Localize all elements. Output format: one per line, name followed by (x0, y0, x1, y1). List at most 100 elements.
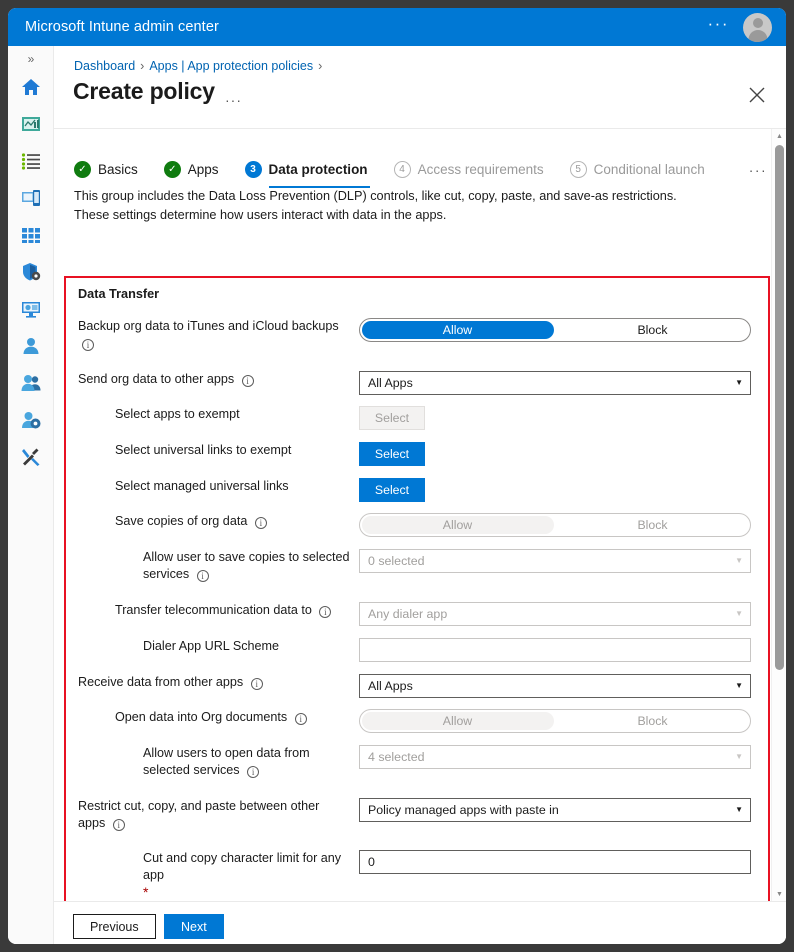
chevron-down-icon: ▼ (735, 805, 743, 814)
setting-control-allow-users-to-open-data-from-selected-services: 4 selected ▼ (359, 745, 751, 769)
scroll-region: ✓ Basics ✓ Apps 3 Data protection 4 Acce… (54, 128, 786, 902)
dashboard-icon[interactable] (20, 113, 42, 135)
tab-apps-label: Apps (187, 162, 219, 177)
toggle-backup-org-data[interactable]: Allow Block (359, 318, 751, 342)
previous-button[interactable]: Previous (73, 914, 156, 939)
toggle-save-copies-of-org-data: Allow Block (359, 513, 751, 537)
tab-conditional-launch-label: Conditional launch (593, 162, 705, 177)
scrollbar-thumb[interactable] (775, 145, 784, 670)
setting-control-backup-org-data: Allow Block (359, 318, 751, 342)
avatar-body-icon (748, 29, 767, 42)
tab-data-protection[interactable]: 3 Data protection (244, 161, 370, 188)
setting-label-text: Transfer telecommunication data to (115, 603, 312, 617)
setting-label-text: Receive data from other apps (78, 675, 244, 689)
scroll-up-icon[interactable]: ▲ (772, 129, 786, 144)
browser-window: Microsoft Intune admin center ··· » Dash… (8, 8, 786, 944)
setting-label-select-apps-to-exempt: Select apps to exempt (115, 406, 345, 423)
info-icon[interactable]: i (82, 339, 94, 351)
input-cut-and-copy-character-limit-for-any-app[interactable]: 0 (359, 850, 751, 874)
avatar[interactable] (743, 12, 772, 42)
next-button[interactable]: Next (164, 914, 224, 939)
chevron-down-icon: ▼ (735, 681, 743, 690)
setting-control-transfer-telecommunication-data-to: Any dialer app ▼ (359, 602, 751, 626)
setting-label-send-org-data-to-other-apps: Send org data to other apps i (78, 371, 343, 388)
chevron-down-icon: ▼ (735, 556, 743, 565)
setting-label-text: Select universal links to exempt (115, 443, 292, 457)
dropdown-send-org-data-to-other-apps[interactable]: All Apps ▼ (359, 371, 751, 395)
apps-icon[interactable] (20, 224, 42, 246)
page-title-overflow-icon[interactable]: ··· (225, 92, 242, 108)
home-icon[interactable] (20, 76, 42, 98)
breadcrumb-separator-icon: › (140, 59, 145, 73)
button-select-universal-links-to-exempt[interactable]: Select (359, 442, 425, 466)
setting-label-receive-data-from-other-apps: Receive data from other apps i (78, 674, 343, 691)
step-3-number-icon: 3 (244, 161, 262, 178)
info-icon[interactable]: i (241, 375, 254, 387)
setting-label-restrict-cut-copy-paste-between-other-apps: Restrict cut, copy, and paste between ot… (78, 798, 343, 832)
breadcrumb-item-apps[interactable]: Apps | App protection policies (149, 59, 313, 73)
setting-control-dialer-app-url-scheme (359, 638, 751, 662)
info-icon[interactable]: i (250, 678, 263, 690)
content-scrollbar[interactable]: ▲ ▼ (771, 129, 786, 902)
users-icon[interactable] (20, 335, 42, 357)
chevron-down-icon: ▼ (735, 378, 743, 387)
setting-control-receive-data-from-other-apps: All Apps ▼ (359, 674, 751, 698)
endpoint-security-icon[interactable] (20, 261, 42, 283)
tab-data-protection-label: Data protection (268, 162, 368, 177)
info-icon[interactable]: i (319, 606, 332, 618)
header-overflow-icon[interactable]: ··· (708, 15, 729, 35)
info-icon[interactable]: i (247, 766, 260, 778)
reports-icon[interactable] (20, 298, 42, 320)
setting-label-allow-user-to-save-copies-to-selected-services: Allow user to save copies to selected se… (143, 549, 358, 583)
setting-label-text: Backup org data to iTunes and iCloud bac… (78, 319, 339, 333)
devices-icon[interactable] (20, 187, 42, 209)
setting-label-text: Open data into Org documents (115, 710, 288, 724)
tab-apps[interactable]: ✓ Apps (163, 161, 219, 178)
close-icon[interactable] (746, 84, 768, 106)
section-description: This group includes the Data Loss Preven… (74, 189, 677, 222)
scroll-down-icon[interactable]: ▼ (772, 887, 786, 902)
dropdown-receive-data-from-other-apps[interactable]: All Apps ▼ (359, 674, 751, 698)
tenant-administration-icon[interactable] (20, 409, 42, 431)
dropdown-restrict-cut-copy-paste-between-other-apps[interactable]: Policy managed apps with paste in ▼ (359, 798, 751, 822)
tab-conditional-launch[interactable]: 5 Conditional launch (569, 161, 705, 178)
info-icon[interactable]: i (294, 713, 307, 725)
setting-label-select-universal-links-to-exempt: Select universal links to exempt (115, 442, 345, 459)
tab-basics[interactable]: ✓ Basics (74, 161, 138, 178)
setting-control-send-org-data-to-other-apps: All Apps ▼ (359, 371, 751, 395)
sidebar-expand-icon[interactable]: » (8, 52, 54, 66)
setting-label-cut-and-copy-character-limit-for-any-app: Cut and copy character limit for any app… (143, 850, 358, 902)
tab-basics-label: Basics (98, 162, 138, 177)
button-select-managed-universal-links[interactable]: Select (359, 478, 425, 502)
setting-control-restrict-cut-copy-paste-between-other-apps: Policy managed apps with paste in ▼ (359, 798, 751, 822)
groups-icon[interactable] (20, 372, 42, 394)
wizard-steps: ✓ Basics ✓ Apps 3 Data protection 4 Acce… (74, 161, 768, 188)
breadcrumb-separator-trailing-icon: › (318, 59, 323, 73)
toggle-third-party-keyboards[interactable]: AllowBlock (359, 901, 751, 902)
all-services-icon[interactable] (20, 150, 42, 172)
info-icon[interactable]: i (112, 819, 125, 831)
breadcrumb-item-dashboard[interactable]: Dashboard (74, 59, 135, 73)
required-asterisk-icon: * (143, 884, 149, 900)
dropdown-value: 4 selected (368, 750, 425, 764)
dropdown-transfer-telecommunication-data-to: Any dialer app ▼ (359, 602, 751, 626)
step-2-check-icon: ✓ (163, 161, 181, 178)
info-icon[interactable]: i (254, 517, 267, 529)
dropdown-value: Policy managed apps with paste in (368, 803, 559, 817)
button-select-apps-to-exempt: Select (359, 406, 425, 430)
toggle-option-block[interactable]: Block (555, 319, 750, 341)
sidebar-rail: » (8, 46, 54, 944)
chevron-down-icon: ▼ (735, 752, 743, 761)
setting-control-allow-user-to-save-copies-to-selected-services: 0 selected ▼ (359, 549, 751, 573)
info-icon[interactable]: i (196, 570, 209, 582)
toggle-option-allow: Allow (442, 714, 473, 728)
app-title: Microsoft Intune admin center (25, 19, 219, 35)
wizard-overflow-icon[interactable]: ··· (749, 162, 768, 178)
toggle-option-allow[interactable]: Allow (360, 319, 555, 341)
troubleshooting-icon[interactable] (20, 446, 42, 468)
tab-access-requirements[interactable]: 4 Access requirements (393, 161, 544, 178)
dropdown-allow-users-to-open-data-from-selected-services: 4 selected ▼ (359, 745, 751, 769)
step-5-number-icon: 5 (569, 161, 587, 178)
scroll-content: ✓ Basics ✓ Apps 3 Data protection 4 Acce… (54, 129, 771, 902)
setting-label-dialer-app-url-scheme: Dialer App URL Scheme (143, 638, 358, 655)
